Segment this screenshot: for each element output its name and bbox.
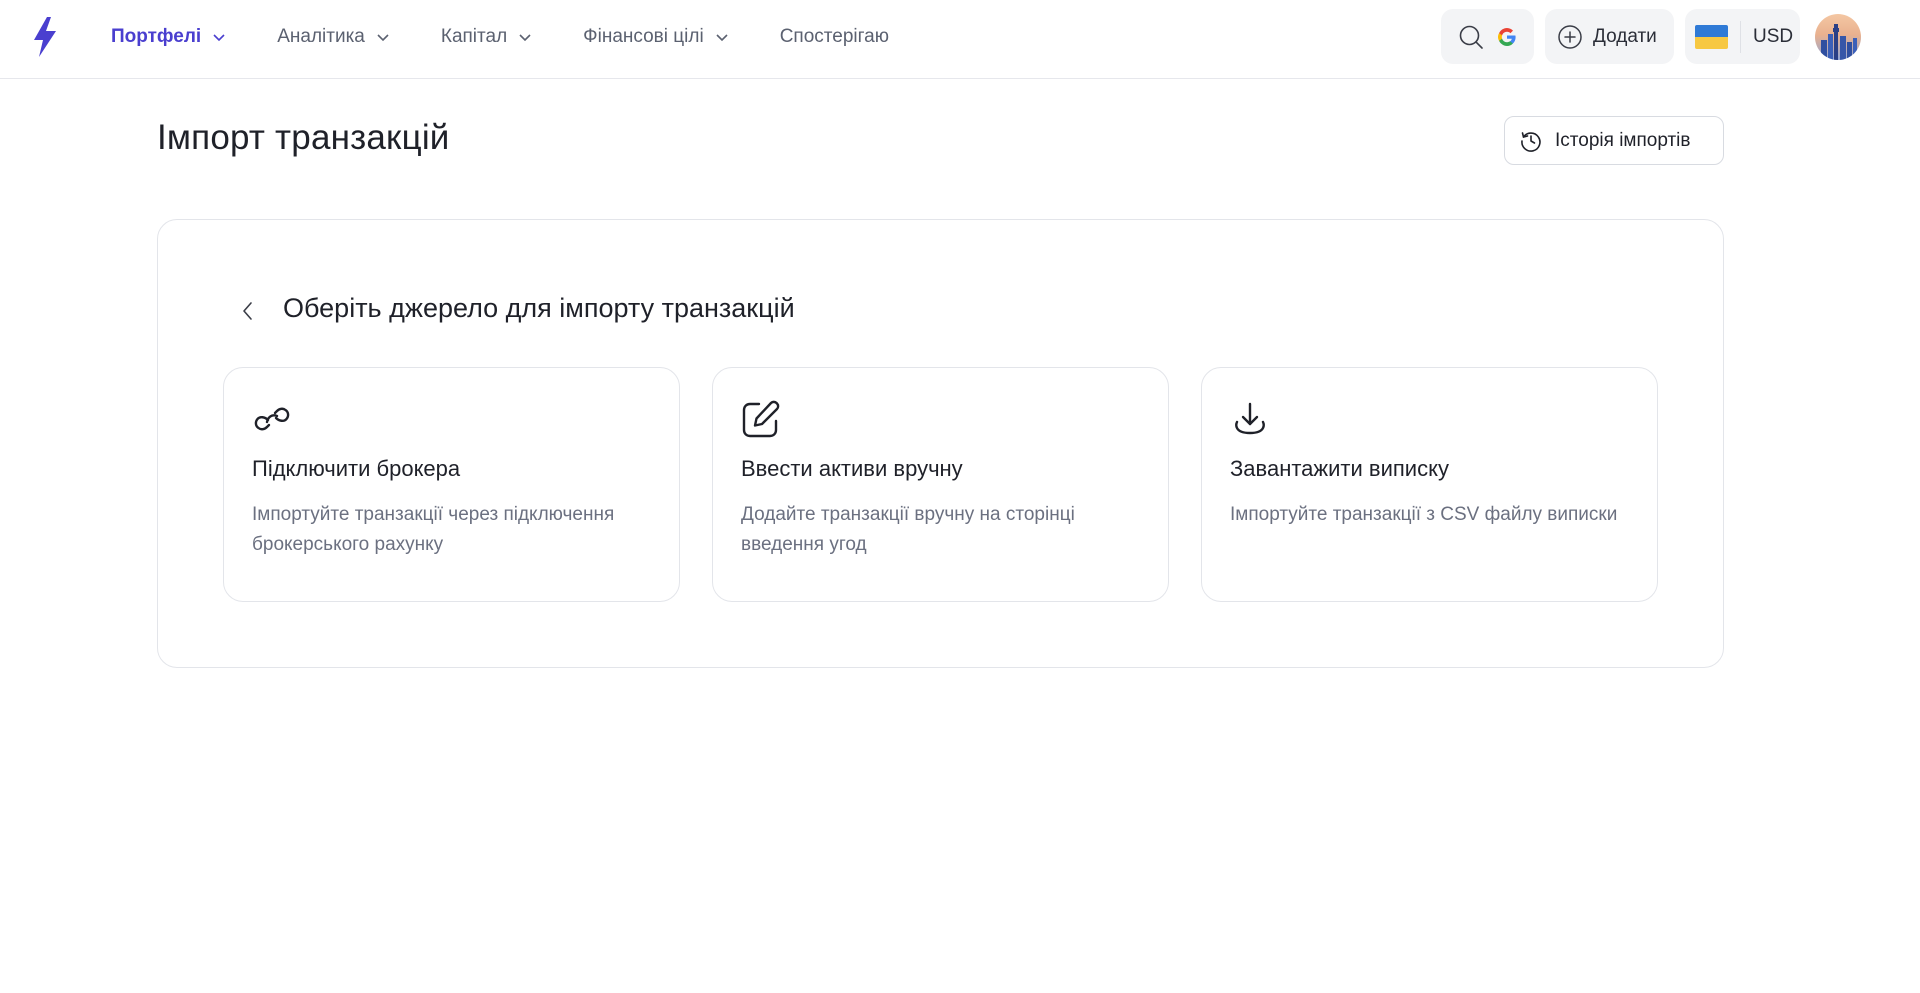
search-icon — [1459, 25, 1483, 49]
option-title: Завантажити виписку — [1230, 456, 1449, 481]
currency-label: USD — [1753, 25, 1794, 47]
divider — [1740, 20, 1741, 53]
chevron-down-icon — [716, 34, 728, 42]
avatar[interactable] — [1815, 14, 1861, 60]
link-icon — [254, 407, 290, 431]
add-button-label: Додати — [1593, 25, 1657, 47]
back-button[interactable] — [233, 296, 263, 326]
nav-item-watchlists[interactable]: Спостерігаю — [780, 26, 889, 48]
option-connect-broker[interactable]: Підключити брокера Імпортуйте транзакції… — [223, 367, 680, 602]
history-icon — [1521, 131, 1541, 152]
card-heading: Оберіть джерело для імпорту транзакцій — [283, 293, 795, 323]
top-navigation-bar: Портфелі Аналітика Капітал Фінансові ціл… — [0, 0, 1920, 79]
nav-item-label: Аналітика — [277, 26, 365, 47]
avatar-city-image — [1821, 24, 1857, 60]
currency-selector[interactable]: USD — [1685, 9, 1800, 64]
ukraine-flag-icon — [1695, 24, 1728, 49]
nav-item-capital[interactable]: Капітал — [441, 26, 533, 48]
main-nav: Портфелі Аналітика Капітал Фінансові ціл… — [111, 0, 939, 74]
option-description: Додайте транзакції вручну на сторінці вв… — [741, 504, 1075, 555]
option-description: Імпортуйте транзакції з CSV файлу виписк… — [1230, 504, 1618, 525]
chevron-down-icon — [213, 34, 225, 42]
chevron-down-icon — [519, 34, 531, 42]
import-history-button[interactable]: Історія імпортів — [1504, 116, 1724, 165]
option-upload-statement[interactable]: Завантажити виписку Імпортуйте транзакці… — [1201, 367, 1658, 602]
chevron-down-icon — [377, 34, 389, 42]
nav-item-analytics[interactable]: Аналітика — [277, 26, 391, 48]
nav-item-label: Спостерігаю — [779, 26, 889, 47]
edit-icon — [742, 400, 780, 438]
nav-item-label: Портфелі — [111, 26, 202, 47]
chevron-left-icon — [243, 302, 252, 320]
logo-bolt-icon[interactable] — [30, 16, 60, 58]
page-title: Імпорт транзакцій — [157, 118, 450, 157]
google-icon — [1497, 27, 1516, 46]
import-history-label: Історія імпортів — [1555, 129, 1691, 151]
search-button[interactable] — [1441, 9, 1534, 64]
nav-item-portfolios[interactable]: Портфелі — [111, 26, 227, 48]
plus-circle-icon — [1558, 24, 1582, 49]
nav-item-financial-goals[interactable]: Фінансові цілі — [583, 26, 730, 48]
option-title: Підключити брокера — [252, 456, 461, 481]
nav-item-label: Фінансові цілі — [583, 26, 704, 47]
nav-item-label: Капітал — [440, 26, 508, 47]
option-title: Ввести активи вручну — [741, 456, 963, 481]
option-manual-entry[interactable]: Ввести активи вручну Додайте транзакції … — [712, 367, 1169, 602]
download-icon — [1235, 402, 1265, 435]
option-description: Імпортуйте транзакції через підключення … — [252, 504, 615, 555]
add-button[interactable]: Додати — [1545, 9, 1674, 64]
